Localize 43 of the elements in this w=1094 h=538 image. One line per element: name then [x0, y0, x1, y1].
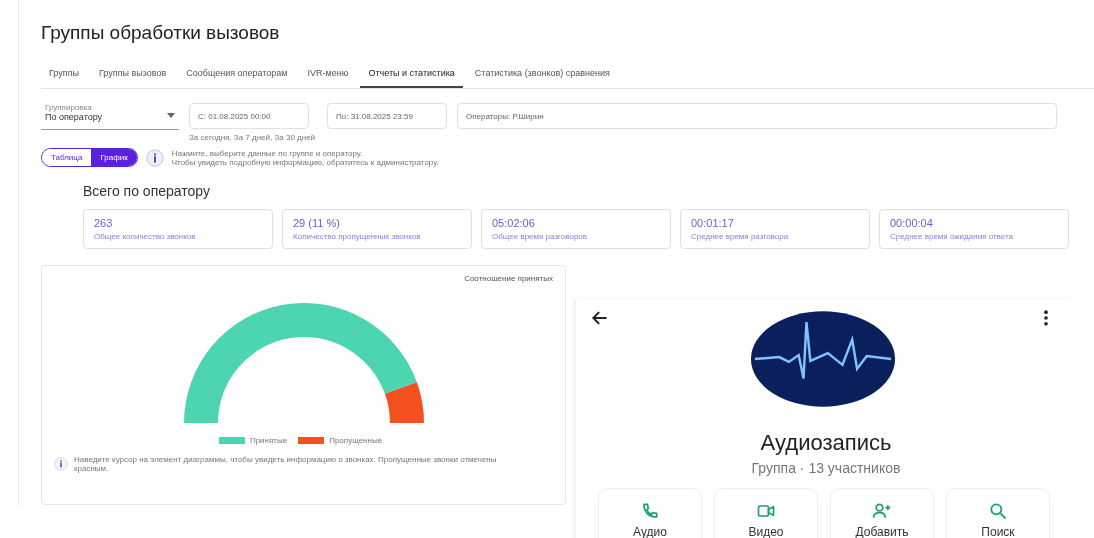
- legend-label: Принятые: [249, 436, 288, 445]
- date-from-field[interactable]: С: 01.08.2025 00:00: [189, 103, 309, 129]
- stat-value: 263: [94, 217, 114, 229]
- action-button[interactable]: Добавить: [830, 488, 934, 538]
- section-title: Всего по оператору: [83, 183, 211, 199]
- view-toggle-button[interactable]: График: [91, 149, 137, 166]
- stat-label: Среднее время разговора: [691, 232, 790, 241]
- dropdown-caret-icon: [167, 113, 175, 118]
- chart-note: Наведите курсор на элемент диаграммы, чтобы увидеть информацию о звонках. Пропущенные звонки отмечены: [74, 455, 497, 464]
- group-name: Аудиозапись: [759, 430, 893, 456]
- stat-value: 00:01:17: [691, 217, 735, 229]
- page-title: Группы обработки вызовов: [41, 22, 281, 44]
- stat-label: Общее количество звонков: [94, 232, 197, 241]
- stat-label: Среднее время ожидания ответа: [890, 232, 1014, 241]
- stat-value: 29 (11 %): [293, 217, 341, 229]
- group-members-text: Группа · 13 участников: [750, 460, 902, 476]
- info-text: Чтобы увидеть подробную информацию, обратитесь к администратору.: [171, 157, 439, 167]
- operators-field[interactable]: Операторы: Р.Ширин: [457, 103, 1057, 129]
- action-button[interactable]: Аудио: [598, 488, 702, 538]
- info-icon: [54, 457, 68, 471]
- stat-value: 05:02:06: [492, 217, 536, 229]
- tab[interactable]: Отчеты и статистика: [360, 62, 463, 88]
- search-icon: [988, 501, 1008, 521]
- chart-note: красным.: [74, 464, 110, 473]
- tab[interactable]: Группы: [41, 62, 87, 88]
- tab[interactable]: Сообщения операторам: [178, 62, 296, 88]
- info-text: Нажмите, выберите данные по группе и оператору.: [171, 148, 363, 158]
- chart-title: Соотношение принятых: [464, 274, 553, 283]
- stat-value: 00:00:04: [890, 217, 934, 229]
- tab[interactable]: IVR-меню: [299, 62, 357, 88]
- group-by-select[interactable]: Группировка По оператору: [41, 103, 179, 130]
- add-person-icon: [872, 501, 892, 521]
- date-to-field[interactable]: По: 31.08.2025 23:59: [327, 103, 447, 129]
- legend-label: Пропущенные: [329, 436, 383, 445]
- tab[interactable]: Группы вызовов: [91, 62, 175, 88]
- info-icon: [145, 148, 164, 167]
- stat-label: Общее время разговоров: [492, 232, 589, 241]
- quick-range-links[interactable]: За сегодня, За 7 дней, За 30 дней: [189, 133, 447, 142]
- tab[interactable]: Статистика (звонков) сравнения: [466, 62, 618, 88]
- action-button[interactable]: Поиск: [946, 488, 1050, 538]
- action-button[interactable]: Видео: [714, 488, 818, 538]
- stat-label: Количество пропущенных звонков: [293, 232, 422, 241]
- phone-icon: [640, 501, 660, 521]
